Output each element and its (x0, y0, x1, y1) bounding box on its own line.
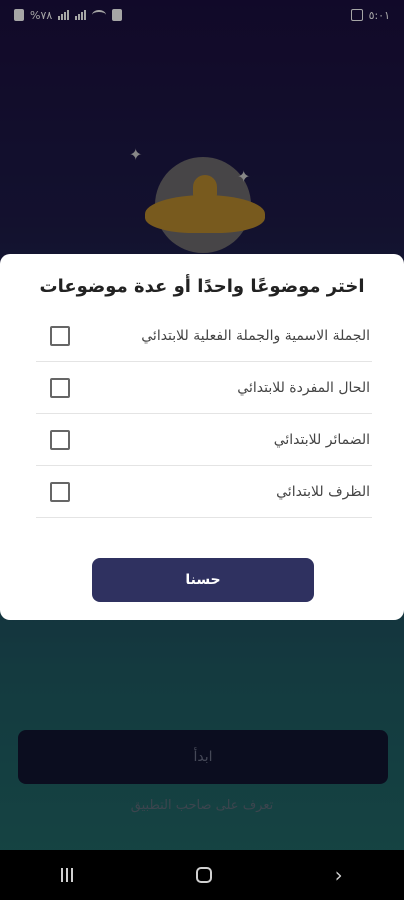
list-item[interactable]: الجملة الاسمية والجملة الفعلية للابتدائي (36, 310, 372, 362)
home-icon[interactable] (195, 867, 212, 883)
checkbox[interactable] (50, 429, 70, 450)
list-item[interactable]: الضمائر للابتدائي (36, 414, 372, 466)
ok-button[interactable]: حسنا (92, 558, 314, 602)
app-screen: %٧٨ ٥:٠١ ✦ ✦ ابدأ تعرف على صاحب التطبيق … (0, 0, 404, 900)
navigation-bar: › (0, 850, 404, 900)
recents-icon[interactable] (61, 868, 74, 882)
list-item[interactable] (36, 518, 372, 528)
topic-label: الحال المفردة للابتدائي (237, 379, 370, 396)
checkbox[interactable] (50, 325, 70, 346)
topics-dialog: اختر موضوعًا واحدًا أو عدة موضوعات الجمل… (0, 254, 404, 620)
checkbox[interactable] (50, 377, 70, 398)
checkbox[interactable] (50, 481, 70, 502)
topic-label: الظرف للابتدائي (276, 483, 370, 500)
list-item[interactable]: الظرف للابتدائي (36, 466, 372, 518)
topics-list[interactable]: الجملة الاسمية والجملة الفعلية للابتدائي… (0, 310, 404, 528)
topic-label: الجملة الاسمية والجملة الفعلية للابتدائي (141, 327, 370, 344)
back-icon[interactable]: › (335, 863, 343, 887)
list-item[interactable]: الحال المفردة للابتدائي (36, 362, 372, 414)
dialog-title: اختر موضوعًا واحدًا أو عدة موضوعات (39, 276, 365, 297)
topic-label: الضمائر للابتدائي (273, 431, 370, 448)
